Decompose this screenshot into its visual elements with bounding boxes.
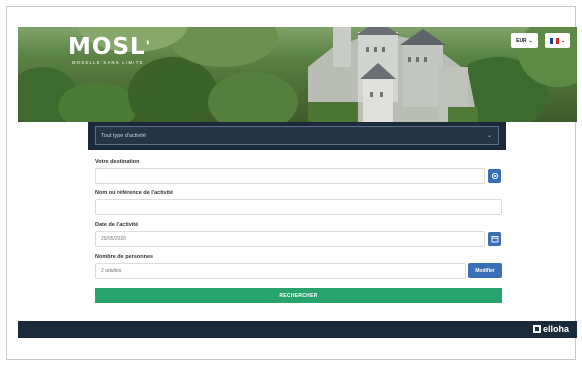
calendar-button[interactable] xyxy=(488,232,501,246)
activity-type-bar: Tout type d'activité ⌄ xyxy=(88,122,506,150)
date-input[interactable]: 29/05/2020 xyxy=(95,231,485,247)
hero-banner: MOSL' MOSELLE SANS LIMITE xyxy=(18,27,577,122)
castle-photo xyxy=(308,27,478,122)
french-flag-icon xyxy=(549,37,559,44)
target-icon xyxy=(491,172,498,180)
elloha-mark-icon xyxy=(532,325,541,333)
footer-brand-text: elloha xyxy=(542,324,569,334)
persons-label: Nombre de personnes xyxy=(95,254,154,260)
destination-input[interactable] xyxy=(95,168,485,184)
persons-input[interactable]: 2 adultes xyxy=(95,263,466,279)
chevron-down-icon: ⌄ xyxy=(560,37,566,44)
calendar-icon xyxy=(491,236,498,243)
modify-persons-button[interactable]: Modifier xyxy=(468,263,502,278)
locate-button[interactable] xyxy=(488,169,501,183)
logo-text: MOSL xyxy=(68,34,146,60)
chevron-down-icon: ⌄ xyxy=(486,133,492,139)
elloha-logo[interactable]: elloha xyxy=(532,324,569,334)
footer-bar: elloha xyxy=(18,321,577,338)
search-button[interactable]: RECHERCHER xyxy=(95,288,502,303)
date-label: Date de l'activité xyxy=(95,222,139,228)
activity-name-label: Nom ou référence de l'activité xyxy=(95,190,174,196)
language-selector[interactable]: ⌄ xyxy=(545,33,570,48)
activity-type-select[interactable]: Tout type d'activité ⌄ xyxy=(95,126,499,145)
chevron-down-icon: ⌄ xyxy=(528,37,533,44)
destination-label: Votre destination xyxy=(95,159,140,165)
currency-label: EUR xyxy=(516,37,527,44)
activity-name-input[interactable] xyxy=(95,199,502,215)
logo-tagline: MOSELLE SANS LIMITE xyxy=(72,60,144,65)
activity-type-value: Tout type d'activité xyxy=(101,132,147,139)
mosl-logo[interactable]: MOSL' MOSELLE SANS LIMITE xyxy=(68,35,151,65)
currency-selector[interactable]: EUR ⌄ xyxy=(511,33,538,48)
